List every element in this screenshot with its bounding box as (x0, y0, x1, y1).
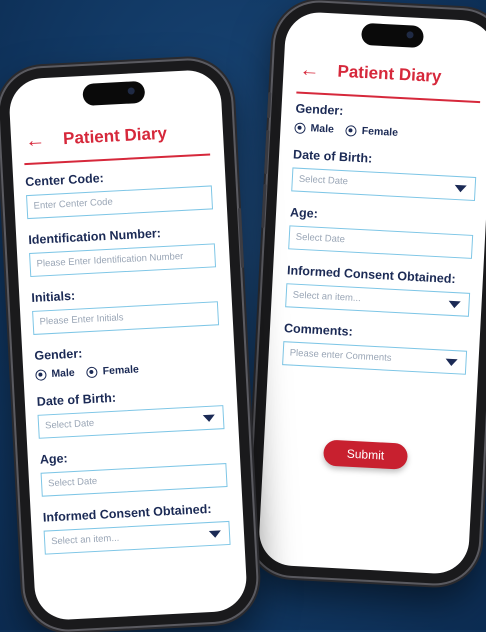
dob-select[interactable]: Select Date (291, 167, 477, 202)
page-title: Patient Diary (62, 123, 168, 149)
arrow-left-icon[interactable]: ← (25, 129, 46, 152)
submit-button[interactable]: Submit (322, 439, 409, 470)
identification-label: Identification Number: (28, 226, 162, 248)
male-label: Male (51, 366, 76, 381)
comments-placeholder: Please enter Comments (289, 347, 392, 364)
dob-placeholder: Select Date (298, 173, 349, 188)
female-radio[interactable] (86, 366, 98, 378)
female-label: Female (102, 363, 140, 378)
consent-label: Informed Consent Obtained: (286, 263, 456, 287)
left-phone-screen: ← Patient Diary Center Code: Enter Cente… (7, 68, 249, 622)
male-label: Male (310, 122, 335, 136)
gender-label: Gender: (34, 346, 83, 363)
consent-label: Informed Consent Obtained: (42, 501, 212, 525)
identification-input[interactable]: Please Enter Identification Number (29, 243, 217, 278)
consent-placeholder: Select an item... (50, 532, 120, 548)
dob-placeholder: Select Date (44, 417, 95, 432)
right-phone: ← Patient Diary Gender: Male Female Date… (247, 0, 486, 586)
page-title: Patient Diary (337, 61, 442, 87)
age-label: Age: (39, 451, 68, 467)
consent-select[interactable]: Select an item... (285, 283, 471, 317)
initials-placeholder: Please Enter Initials (39, 312, 124, 328)
comments-field[interactable]: Please enter Comments (282, 341, 468, 375)
comments-label: Comments: (283, 321, 354, 339)
age-label: Age: (289, 205, 319, 221)
age-field[interactable]: Select Date (40, 463, 228, 497)
consent-placeholder: Select an item... (292, 289, 362, 305)
left-phone: ← Patient Diary Center Code: Enter Cente… (0, 58, 259, 632)
male-radio[interactable] (35, 368, 47, 381)
age-field[interactable]: Select Date (288, 225, 474, 259)
identification-placeholder: Please Enter Identification Number (36, 250, 184, 270)
center-code-label: Center Code: (24, 171, 105, 190)
dynamic-island (82, 80, 146, 107)
dob-select[interactable]: Select Date (37, 405, 225, 439)
dynamic-island (360, 22, 425, 49)
dob-label: Date of Birth: (292, 147, 373, 166)
consent-select[interactable]: Select an item... (43, 520, 231, 555)
age-placeholder: Select Date (47, 475, 98, 490)
chevron-down-icon (208, 530, 222, 539)
chevron-down-icon (202, 414, 216, 423)
age-placeholder: Select Date (295, 231, 346, 246)
chevron-down-icon (445, 358, 458, 367)
center-code-placeholder: Enter Center Code (33, 196, 114, 212)
gender-label: Gender: (295, 101, 344, 118)
female-label: Female (361, 124, 399, 139)
female-radio[interactable] (345, 124, 358, 137)
center-code-input[interactable]: Enter Center Code (26, 185, 214, 220)
initials-input[interactable]: Please Enter Initials (32, 301, 220, 335)
arrow-left-icon[interactable]: ← (299, 59, 320, 82)
chevron-down-icon (454, 184, 467, 193)
chevron-down-icon (448, 300, 461, 309)
male-radio[interactable] (294, 121, 306, 134)
dob-label: Date of Birth: (36, 390, 117, 409)
initials-label: Initials: (31, 288, 76, 305)
right-phone-screen: ← Patient Diary Gender: Male Female Date… (257, 10, 486, 576)
